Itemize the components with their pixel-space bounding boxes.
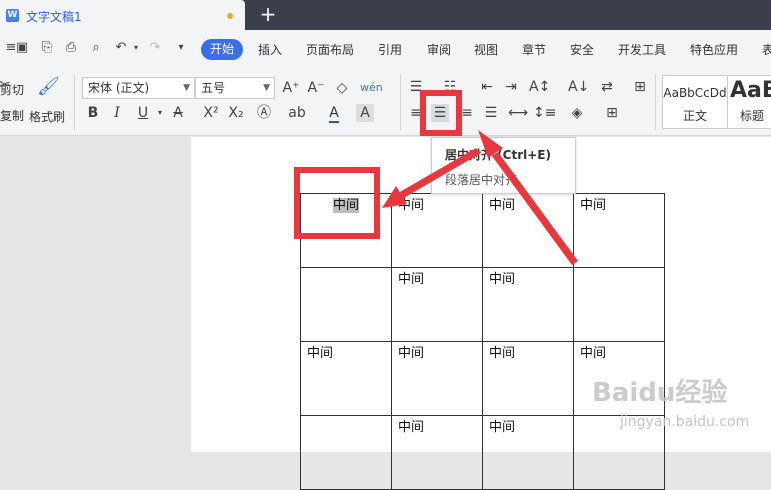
style-heading[interactable]: AaB 标题	[728, 75, 771, 129]
sort-icon[interactable]: A↓	[568, 78, 589, 96]
style-heading-sample: AaB	[730, 78, 771, 103]
watermark-logo: Baidu经验	[592, 378, 728, 408]
chevron-down-icon: ▼	[263, 83, 270, 93]
copy-button[interactable]: 复制	[0, 107, 24, 124]
table-cell[interactable]: 中间	[391, 415, 483, 490]
chevron-down-icon: ▼	[183, 83, 190, 93]
table-icon[interactable]: ⊞	[631, 78, 649, 96]
underline-dropdown-icon[interactable]: ▾	[151, 104, 169, 122]
decrease-font-icon[interactable]: A⁻	[307, 79, 325, 97]
ribbon: ✂ 剪切 复制 🖌 格式刷 宋体 (正文) ▼ 五号 ▼ A⁺ A⁻ ◇ wén…	[0, 68, 771, 136]
character-shading-icon[interactable]: A	[356, 104, 374, 122]
increase-font-icon[interactable]: A⁺	[282, 79, 300, 97]
table-cell[interactable]: 中间	[482, 341, 574, 416]
border-icon[interactable]: ⊞	[603, 104, 621, 122]
table-row: 中间 中间	[300, 267, 665, 342]
font-size-value: 五号	[201, 81, 226, 95]
show-marks-icon[interactable]: ⇄	[598, 78, 616, 96]
bold-icon[interactable]: B	[84, 104, 102, 122]
unsaved-dot-icon	[227, 13, 233, 19]
new-tab-button[interactable]: +	[258, 3, 278, 25]
table-row: 中间 中间	[300, 415, 665, 490]
text-effect-icon[interactable]: Ⓐ	[255, 104, 273, 122]
customize-toolbar-icon[interactable]: ▾	[174, 41, 188, 55]
pinyin-guide-icon[interactable]: wén	[360, 79, 383, 97]
table-cell[interactable]: 中间	[482, 267, 574, 342]
document-tab[interactable]: W 文字文稿1	[0, 0, 245, 30]
tooltip-title: 居中对齐 (Ctrl+E)	[445, 148, 551, 162]
format-painter-icon[interactable]: 🖌	[37, 78, 60, 96]
table-cell[interactable]: 中间	[391, 267, 483, 342]
menu-tab-special-apps[interactable]: 特色应用	[690, 41, 738, 58]
table-cell[interactable]: 中间	[573, 193, 665, 268]
font-size-combo[interactable]: 五号 ▼	[195, 77, 275, 99]
menu-tab-references[interactable]: 引用	[378, 41, 402, 58]
subscript-icon[interactable]: X₂	[227, 104, 245, 122]
group-divider	[655, 74, 656, 130]
superscript-icon[interactable]: X²	[202, 104, 220, 122]
print-preview-icon[interactable]: ⌕	[89, 41, 103, 55]
menu-tab-developer[interactable]: 开发工具	[618, 41, 666, 58]
undo-dropdown-icon[interactable]: ▾	[129, 41, 143, 55]
group-divider	[400, 74, 401, 130]
cut-button[interactable]: 剪切	[0, 81, 24, 98]
title-bar: W 文字文稿1 +	[0, 0, 771, 30]
wps-writer-icon: W	[6, 9, 19, 22]
tooltip-description: 段落居中对齐	[445, 173, 518, 187]
font-name-value: 宋体 (正文)	[88, 81, 150, 95]
strikethrough-icon[interactable]: A	[169, 104, 187, 122]
style-normal-sample: AaBbCcDd	[663, 86, 727, 100]
document-tab-title: 文字文稿1	[26, 10, 82, 24]
menu-tab-security[interactable]: 安全	[570, 41, 594, 58]
line-spacing-icon[interactable]: ↕≡	[533, 104, 556, 122]
italic-icon[interactable]: I	[108, 104, 126, 122]
font-name-combo[interactable]: 宋体 (正文) ▼	[82, 77, 195, 99]
menu-tab-view[interactable]: 视图	[474, 41, 498, 58]
menu-bar: ≡ ▣ ⎘ ⎙ ⌕ ↶ ▾ ↷ ▾ 开始 插入 页面布局 引用 审阅 视图 章节…	[0, 30, 771, 68]
table-cell[interactable]: 中间	[300, 341, 392, 416]
highlight-icon[interactable]: ab	[288, 104, 306, 122]
table-cell[interactable]: 中间	[391, 341, 483, 416]
undo-icon[interactable]: ↶	[114, 41, 128, 55]
table-cell[interactable]	[573, 267, 665, 342]
align-center-tooltip: 居中对齐 (Ctrl+E) 段落居中对齐	[431, 137, 576, 194]
menu-tab-start[interactable]: 开始	[201, 39, 243, 60]
style-normal[interactable]: AaBbCcDd 正文	[662, 75, 728, 129]
watermark-url: jingyan.baidu.com	[620, 414, 750, 430]
table-cell[interactable]: 中间	[391, 193, 483, 268]
menu-tab-insert[interactable]: 插入	[258, 41, 282, 58]
table-cell[interactable]	[300, 415, 392, 490]
redo-icon[interactable]: ↷	[148, 41, 162, 55]
distributed-icon[interactable]: ⟷	[508, 104, 528, 122]
menu-tab-page-layout[interactable]: 页面布局	[306, 41, 354, 58]
annotation-box-align-button	[420, 90, 462, 136]
table-cell[interactable]: 中间	[482, 415, 574, 490]
menu-tab-review[interactable]: 审阅	[427, 41, 451, 58]
style-normal-label: 正文	[682, 109, 707, 123]
chinese-layout-icon[interactable]: A↕	[529, 78, 550, 96]
font-color-icon[interactable]: A	[325, 104, 343, 123]
save-icon[interactable]: ▣	[15, 41, 29, 55]
justify-icon[interactable]: ☰	[482, 104, 500, 122]
shading-icon[interactable]: ◈	[568, 104, 586, 122]
group-divider	[74, 74, 75, 130]
table-cell[interactable]	[300, 267, 392, 342]
print-icon[interactable]: ⎙	[64, 41, 78, 55]
increase-indent-icon[interactable]: ⇥	[502, 78, 520, 96]
format-painter-button[interactable]: 格式刷	[29, 108, 65, 125]
style-heading-label: 标题	[740, 109, 765, 123]
output-pdf-icon[interactable]: ⎘	[40, 41, 54, 55]
annotation-box-selected-cell	[294, 167, 380, 239]
underline-icon[interactable]: U	[134, 104, 152, 122]
decrease-indent-icon[interactable]: ⇤	[478, 78, 496, 96]
clear-format-icon[interactable]: ◇	[333, 79, 351, 97]
menu-tab-table[interactable]: 表	[762, 41, 771, 58]
menu-tab-section[interactable]: 章节	[522, 41, 546, 58]
table-cell[interactable]: 中间	[482, 193, 574, 268]
